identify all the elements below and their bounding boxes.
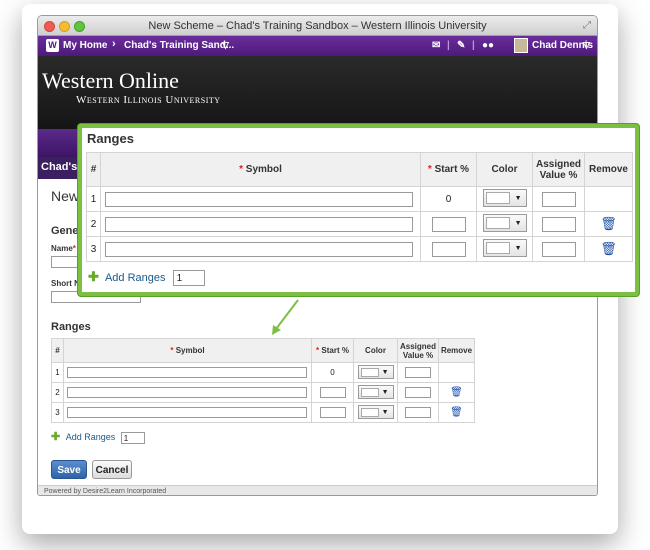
add-ranges-control: ✚ Add Ranges 1 — [88, 269, 205, 287]
col-number: # — [86, 152, 101, 187]
col-color: Color — [476, 152, 533, 187]
col-assigned: Assigned Value % — [532, 152, 585, 187]
assigned-value-input[interactable] — [541, 216, 576, 232]
color-picker[interactable]: ▼ — [482, 188, 527, 207]
trash-icon[interactable]: 🗑 — [600, 216, 617, 231]
col-remove: Remove — [584, 152, 633, 187]
assigned-value-input[interactable] — [541, 191, 576, 207]
table-row: 2 ▼ 🗑 — [86, 211, 633, 237]
add-ranges-count-input[interactable]: 1 — [172, 270, 205, 287]
col-symbol: * Symbol — [100, 152, 421, 187]
row-number: 2 — [86, 211, 101, 237]
symbol-input[interactable] — [105, 191, 413, 207]
start-input[interactable] — [431, 216, 466, 232]
symbol-input[interactable] — [105, 241, 413, 257]
color-picker[interactable]: ▼ — [482, 238, 527, 257]
zoomed-ranges-heading: Ranges — [87, 131, 134, 146]
add-icon[interactable]: ✚ — [88, 269, 99, 284]
table-row: 1 0 ▼ — [86, 186, 633, 212]
start-input[interactable] — [431, 241, 466, 257]
trash-icon[interactable]: 🗑 — [600, 241, 617, 256]
color-picker[interactable]: ▼ — [482, 213, 527, 232]
symbol-input[interactable] — [105, 216, 413, 232]
add-ranges-link[interactable]: Add Ranges — [105, 272, 166, 284]
col-start: * Start % — [420, 152, 477, 187]
start-value: 0 — [420, 186, 477, 212]
zoomed-ranges-callout: Ranges # * Symbol * Start % Color Assign… — [78, 124, 639, 296]
table-row: 3 ▼ 🗑 — [86, 236, 633, 262]
ranges-table: # * Symbol * Start % Color Assigned Value… — [86, 152, 633, 262]
assigned-value-input[interactable] — [541, 241, 576, 257]
row-number: 3 — [86, 236, 101, 262]
row-number: 1 — [86, 186, 101, 212]
